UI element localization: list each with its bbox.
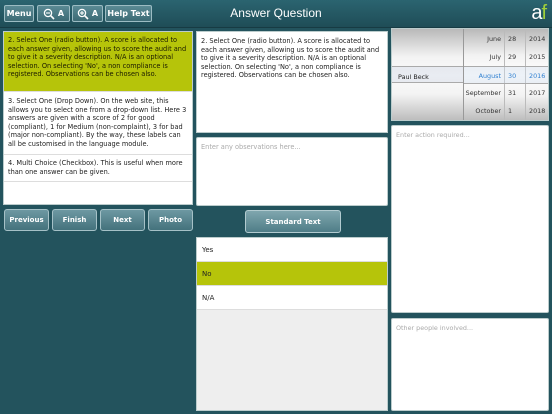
question-detail-text: 2. Select One (radio button). A score is…: [196, 31, 388, 133]
date-month: August: [478, 72, 501, 80]
date-year: 2014: [529, 35, 546, 43]
standard-text-button[interactable]: Standard Text: [245, 210, 341, 233]
finish-button[interactable]: Finish: [52, 209, 97, 231]
photo-button[interactable]: Photo: [148, 209, 193, 231]
date-year: 2015: [529, 53, 546, 61]
logo-letter-a: a: [531, 2, 542, 24]
person-picker-wheel[interactable]: Paul Beck: [392, 29, 463, 120]
logo-letter-f: f: [541, 2, 546, 24]
date-year: 2018: [529, 107, 546, 115]
selected-person: Paul Beck: [398, 73, 429, 81]
previous-button[interactable]: Previous: [4, 209, 49, 231]
date-row[interactable]: June 28 2014: [464, 30, 548, 48]
top-bar: Menu A A Help Text Answer Question af: [0, 0, 552, 28]
question-list: 2. Select One (radio button). A score is…: [3, 31, 193, 205]
observations-input[interactable]: Enter any observations here...: [196, 137, 388, 206]
date-row[interactable]: October 1 2018: [464, 102, 548, 120]
other-people-input[interactable]: Other people involved...: [391, 318, 549, 411]
answer-option-na[interactable]: N/A: [197, 286, 387, 310]
date-year: 2017: [529, 89, 546, 97]
question-list-item[interactable]: 3. Select One (Drop Down). On the web si…: [4, 92, 192, 155]
date-row[interactable]: September 31 2017: [464, 84, 548, 102]
date-day: 30: [508, 72, 517, 80]
answer-option-yes[interactable]: Yes: [197, 238, 387, 262]
answer-option-no[interactable]: No: [197, 262, 387, 286]
answer-list: Yes No N/A: [196, 237, 388, 411]
action-required-input[interactable]: Enter action required...: [391, 125, 549, 313]
app-logo: af: [531, 2, 547, 25]
date-month: June: [487, 35, 501, 43]
date-year: 2016: [529, 72, 546, 80]
date-row[interactable]: July 29 2015: [464, 48, 548, 66]
question-list-item[interactable]: 2. Select One (radio button). A score is…: [4, 32, 192, 92]
date-day: 28: [508, 35, 517, 43]
question-list-item[interactable]: 4. Multi Choice (Checkbox). This is usef…: [4, 155, 192, 183]
date-day: 1: [508, 107, 513, 115]
date-day: 31: [508, 89, 517, 97]
date-day: 29: [508, 53, 517, 61]
date-row-selected[interactable]: August 30 2016: [464, 66, 548, 84]
date-picker-wheel[interactable]: June 28 2014 July 29 2015 August 30 2016…: [463, 29, 548, 120]
next-button[interactable]: Next: [100, 209, 145, 231]
person-date-picker[interactable]: Paul Beck June 28 2014 July 29 2015 Augu…: [391, 28, 549, 121]
page-title: Answer Question: [230, 6, 322, 20]
date-month: September: [465, 89, 501, 97]
date-month: October: [475, 107, 501, 115]
date-month: July: [489, 53, 502, 61]
